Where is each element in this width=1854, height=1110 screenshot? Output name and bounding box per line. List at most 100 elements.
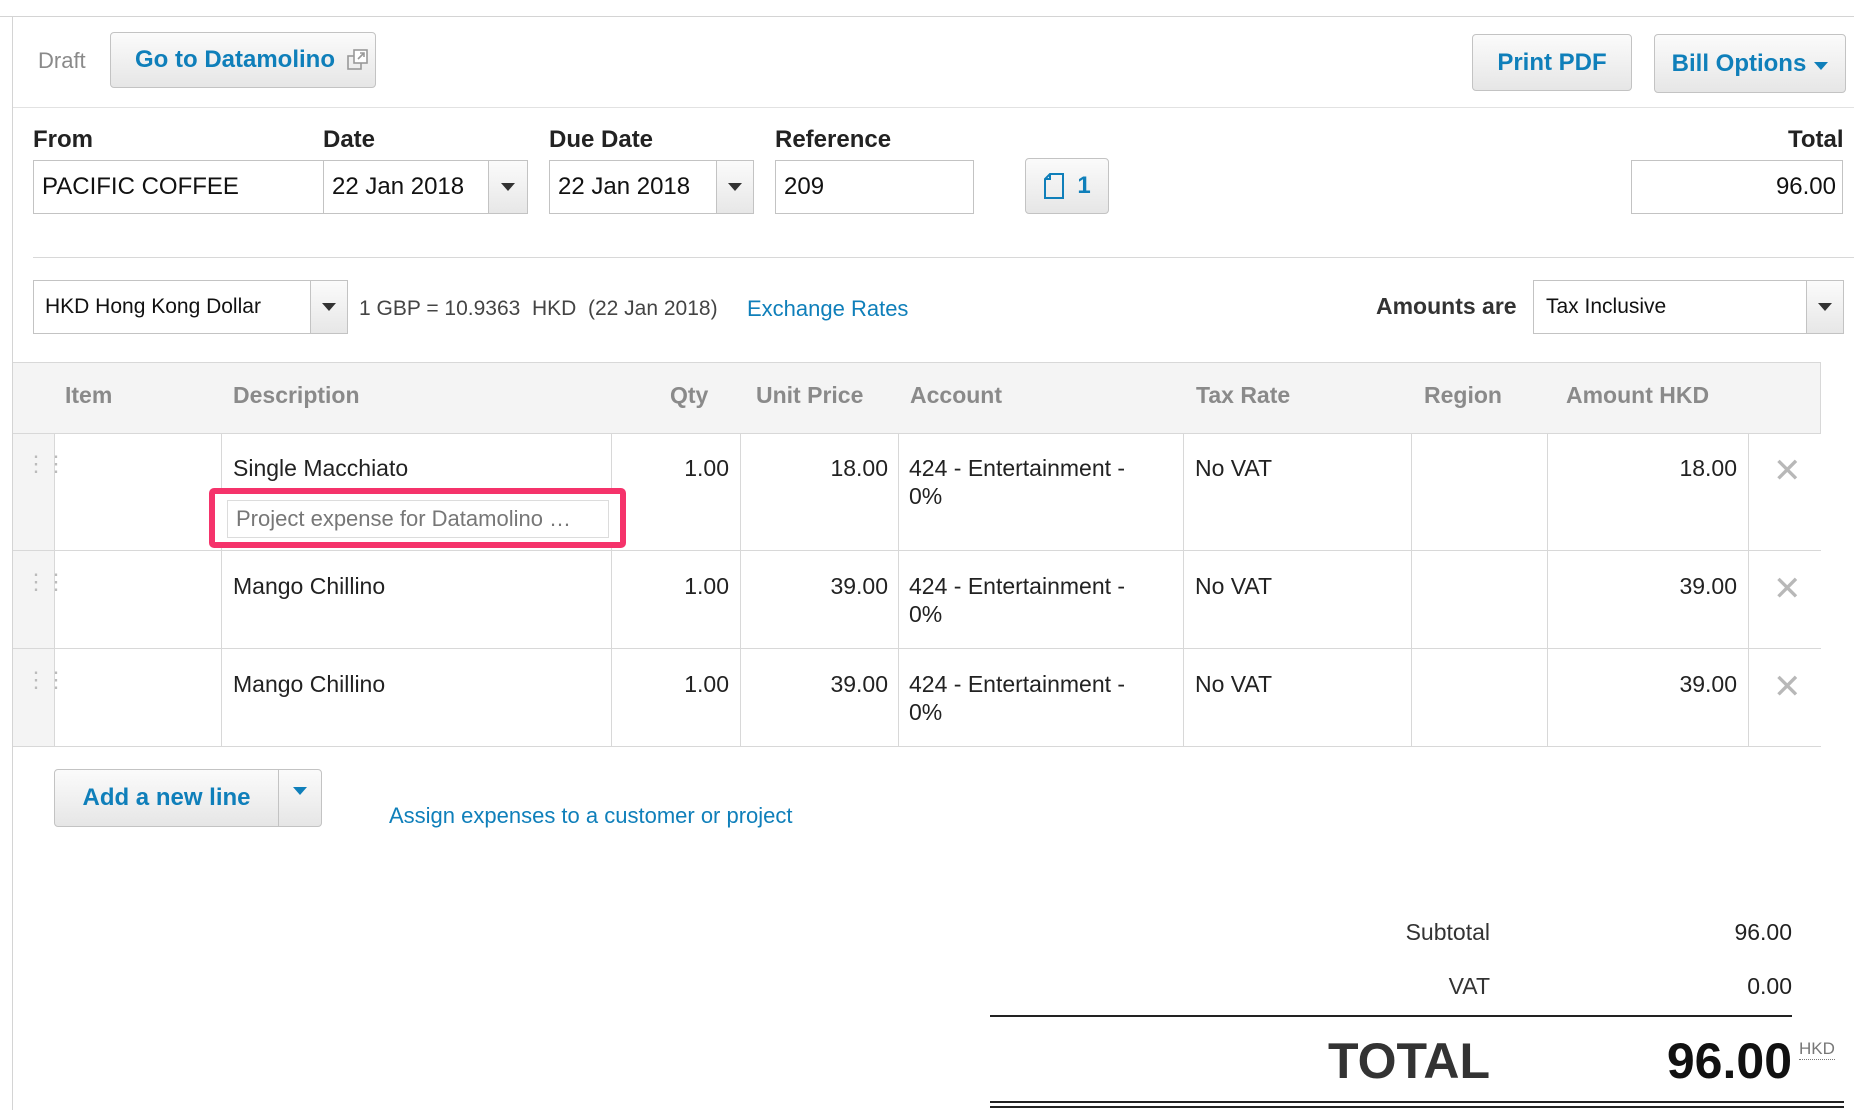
close-icon[interactable]: ✕ xyxy=(1773,451,1802,491)
subtotal-label: Subtotal xyxy=(1405,919,1490,945)
header-account: Account xyxy=(910,382,1002,408)
row-3-tax-rate[interactable]: No VAT xyxy=(1195,670,1272,698)
grand-total-label: TOTAL xyxy=(1327,1033,1490,1089)
reference-label: Reference xyxy=(775,126,892,153)
row-3-amount[interactable]: 39.00 xyxy=(1547,670,1737,698)
header-description: Description xyxy=(233,382,360,408)
vat-value: 0.00 xyxy=(1747,973,1792,999)
row-divider xyxy=(13,433,1821,434)
fields-divider xyxy=(33,257,1854,258)
row-2-qty[interactable]: 1.00 xyxy=(611,572,729,600)
status-label: Draft xyxy=(38,48,86,73)
top-border xyxy=(0,16,1854,17)
row-1-account-line1: 424 - Entertainment - xyxy=(909,455,1126,481)
column-divider xyxy=(221,433,222,747)
total-input[interactable]: 96.00 xyxy=(1631,160,1843,214)
attachments-count: 1 xyxy=(1077,172,1091,199)
drag-handle-icon[interactable]: ⋮⋮ xyxy=(25,453,67,475)
row-1-account[interactable]: 424 - Entertainment - 0% xyxy=(909,454,1125,510)
grand-total-value: 96.00 xyxy=(1666,1033,1792,1089)
row-1-tax-rate[interactable]: No VAT xyxy=(1195,454,1272,482)
row-3-qty[interactable]: 1.00 xyxy=(611,670,729,698)
date-input[interactable]: 22 Jan 2018 xyxy=(323,160,489,214)
chevron-down-icon xyxy=(728,183,742,191)
row-2-unit-price[interactable]: 39.00 xyxy=(740,572,888,600)
column-divider xyxy=(898,433,899,747)
row-3-account-line2: 0% xyxy=(909,699,943,725)
row-divider xyxy=(13,746,1821,747)
row-1-unit-price[interactable]: 18.00 xyxy=(740,454,888,482)
print-pdf-button[interactable]: Print PDF xyxy=(1472,34,1632,91)
row-2-amount[interactable]: 39.00 xyxy=(1547,572,1737,600)
currency-select[interactable]: HKD Hong Kong Dollar xyxy=(33,280,311,334)
row-2-account[interactable]: 424 - Entertainment - 0% xyxy=(909,572,1125,628)
row-3-account-line1: 424 - Entertainment - xyxy=(909,671,1126,697)
add-new-line-button[interactable]: Add a new line xyxy=(54,769,279,827)
chevron-down-icon xyxy=(501,183,515,191)
column-divider xyxy=(1183,433,1184,747)
header-divider xyxy=(13,107,1854,108)
due-date-dropdown-button[interactable] xyxy=(716,160,754,214)
row-1-amount[interactable]: 18.00 xyxy=(1547,454,1737,482)
row-3-description[interactable]: Mango Chillino xyxy=(233,670,385,698)
chevron-down-icon xyxy=(1818,303,1832,311)
row-1-description[interactable]: Single Macchiato xyxy=(233,454,408,482)
date-label: Date xyxy=(323,126,376,153)
due-date-input[interactable]: 22 Jan 2018 xyxy=(549,160,717,214)
drag-handle-icon[interactable]: ⋮⋮ xyxy=(25,669,67,691)
grand-total-currency: HKD xyxy=(1799,1039,1835,1060)
document-icon xyxy=(1044,173,1065,199)
external-link-icon xyxy=(347,49,368,70)
exchange-rate-text: 1 GBP = 10.9363 HKD (22 Jan 2018) xyxy=(359,297,718,320)
header-unit-price: Unit Price xyxy=(756,382,864,408)
header-item: Item xyxy=(65,382,113,408)
header-amount: Amount HKD xyxy=(1566,382,1710,408)
row-divider xyxy=(13,550,1821,551)
close-icon[interactable]: ✕ xyxy=(1773,569,1802,609)
row-1-account-line2: 0% xyxy=(909,483,943,509)
from-input[interactable]: PACIFIC COFFEE xyxy=(33,160,325,214)
assign-expenses-link[interactable]: Assign expenses to a customer or project xyxy=(389,803,793,829)
vat-label: VAT xyxy=(1448,973,1490,999)
total-label: Total xyxy=(1788,126,1844,153)
bill-options-button[interactable]: Bill Options xyxy=(1654,34,1846,93)
totals-double-line-bottom xyxy=(990,1106,1844,1108)
column-divider xyxy=(1411,433,1412,747)
drag-handle-icon[interactable]: ⋮⋮ xyxy=(25,571,67,593)
row-2-account-line1: 424 - Entertainment - xyxy=(909,573,1126,599)
header-tax-rate: Tax Rate xyxy=(1196,382,1291,408)
row-2-account-line2: 0% xyxy=(909,601,943,627)
add-line-dropdown-button[interactable] xyxy=(278,769,322,827)
header-region: Region xyxy=(1424,382,1502,408)
exchange-rates-link[interactable]: Exchange Rates xyxy=(747,296,908,322)
date-dropdown-button[interactable] xyxy=(488,160,528,214)
amounts-are-label: Amounts are xyxy=(1376,293,1517,319)
row-3-account[interactable]: 424 - Entertainment - 0% xyxy=(909,670,1125,726)
chevron-down-icon xyxy=(1814,61,1829,70)
go-to-datamolino-button[interactable]: Go to Datamolino xyxy=(110,32,376,88)
row-1-note-input[interactable]: Project expense for Datamolino … xyxy=(227,500,609,538)
row-3-unit-price[interactable]: 39.00 xyxy=(740,670,888,698)
header-qty: Qty xyxy=(670,382,709,408)
subtotal-value: 96.00 xyxy=(1734,919,1792,945)
row-1-qty[interactable]: 1.00 xyxy=(611,454,729,482)
row-2-description[interactable]: Mango Chillino xyxy=(233,572,385,600)
chevron-down-icon xyxy=(293,787,307,795)
go-to-datamolino-label: Go to Datamolino xyxy=(135,46,335,73)
from-label: From xyxy=(33,126,93,153)
due-date-label: Due Date xyxy=(549,126,654,153)
close-icon[interactable]: ✕ xyxy=(1773,667,1802,707)
currency-dropdown-button[interactable] xyxy=(310,280,348,334)
note-highlight-box: Project expense for Datamolino … xyxy=(209,488,626,548)
totals-double-line-top xyxy=(990,1101,1844,1103)
amounts-are-dropdown-button[interactable] xyxy=(1806,280,1844,334)
row-2-tax-rate[interactable]: No VAT xyxy=(1195,572,1272,600)
amounts-are-select[interactable]: Tax Inclusive xyxy=(1533,280,1807,334)
column-divider xyxy=(1748,433,1749,747)
row-divider xyxy=(13,648,1821,649)
reference-input[interactable]: 209 xyxy=(775,160,974,214)
attachments-button[interactable]: 1 xyxy=(1025,158,1109,214)
chevron-down-icon xyxy=(322,303,336,311)
bill-options-label: Bill Options xyxy=(1671,49,1807,77)
totals-divider xyxy=(990,1015,1792,1017)
